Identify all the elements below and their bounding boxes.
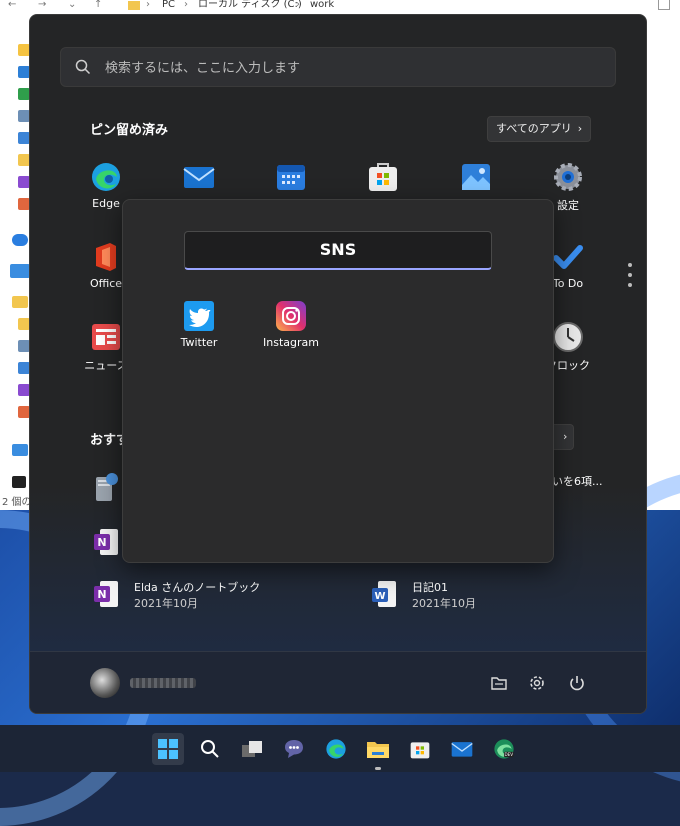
forward-icon[interactable]: → bbox=[38, 0, 46, 10]
navigation-pane bbox=[0, 36, 30, 506]
pc-icon[interactable] bbox=[10, 264, 30, 278]
settings-icon bbox=[552, 161, 584, 193]
power-icon[interactable] bbox=[568, 674, 586, 692]
recommended-title-text: 日記01 bbox=[412, 581, 448, 594]
onedrive-icon[interactable] bbox=[12, 234, 28, 246]
calendar-icon bbox=[275, 161, 307, 193]
breadcrumb-work[interactable]: work bbox=[310, 0, 334, 10]
pinned-title: ピン留め済み bbox=[90, 123, 169, 138]
all-apps-button[interactable]: すべてのアプリ › bbox=[487, 116, 592, 142]
recommended-title-text: いを6項... bbox=[552, 475, 603, 488]
recommended-item[interactable] bbox=[92, 471, 120, 506]
word-icon: W bbox=[372, 581, 396, 607]
task-view-icon[interactable] bbox=[236, 733, 268, 765]
folder-app-instagram[interactable]: Instagram bbox=[255, 300, 327, 349]
recommended-item[interactable]: N bbox=[92, 527, 120, 560]
pinned-app-mail[interactable] bbox=[163, 161, 235, 197]
search-input[interactable] bbox=[103, 48, 607, 88]
documents-folder-icon[interactable] bbox=[490, 674, 508, 692]
all-apps-label: すべてのアプリ bbox=[496, 122, 572, 135]
clock-icon bbox=[552, 321, 584, 353]
svg-text:N: N bbox=[97, 536, 106, 549]
avatar[interactable] bbox=[90, 668, 120, 698]
page-dots[interactable] bbox=[628, 263, 632, 293]
address-bar[interactable]: ← → ⌄ ↑ › PC › ローカル ディスク (C:) › work bbox=[0, 0, 680, 12]
app-label: Instagram bbox=[263, 336, 319, 349]
todo-icon bbox=[552, 241, 584, 273]
settings-icon[interactable] bbox=[528, 674, 546, 692]
onenote-icon: N bbox=[94, 529, 118, 555]
edge-icon bbox=[90, 161, 122, 193]
taskbar: DEV bbox=[0, 725, 680, 772]
chat-icon[interactable] bbox=[278, 733, 310, 765]
mail-icon bbox=[183, 161, 215, 193]
breadcrumb-pc[interactable]: PC bbox=[162, 0, 175, 10]
edge-dev-icon[interactable]: DEV bbox=[488, 733, 520, 765]
recommended-date: 2021年10月 bbox=[412, 597, 476, 610]
edge-icon[interactable] bbox=[320, 733, 352, 765]
pinned-app-store[interactable] bbox=[347, 161, 419, 197]
user-name-blur bbox=[130, 678, 196, 688]
svg-text:N: N bbox=[97, 588, 106, 601]
news-icon bbox=[90, 321, 122, 353]
svg-text:W: W bbox=[374, 591, 385, 602]
network-icon[interactable] bbox=[12, 444, 28, 456]
recommended-date: 2021年10月 bbox=[134, 597, 198, 610]
app-label: Edge bbox=[92, 197, 120, 210]
office-icon bbox=[90, 241, 122, 273]
photos-icon bbox=[460, 161, 492, 193]
breadcrumb-disk[interactable]: ローカル ディスク (C:) bbox=[198, 0, 302, 10]
folder-icon[interactable] bbox=[12, 296, 28, 308]
start-menu: ピン留め済み すべてのアプリ › Edge bbox=[29, 14, 647, 714]
linux-icon[interactable] bbox=[12, 476, 26, 488]
folder-app-twitter[interactable]: Twitter bbox=[163, 300, 235, 349]
onenote-icon: N bbox=[94, 581, 118, 607]
chevron-right-icon: › bbox=[577, 122, 583, 135]
pinned-app-photos[interactable] bbox=[440, 161, 512, 197]
status-bar: 2 個の bbox=[2, 497, 32, 508]
windows-start-icon[interactable] bbox=[152, 733, 184, 765]
folder-icon bbox=[128, 1, 140, 10]
back-icon[interactable]: ← bbox=[8, 0, 16, 10]
store-icon[interactable] bbox=[404, 733, 436, 765]
search-icon bbox=[75, 59, 91, 75]
up-icon[interactable]: ↑ bbox=[94, 0, 102, 10]
file-icon bbox=[658, 0, 670, 10]
mail-icon[interactable] bbox=[446, 733, 478, 765]
recommended-item[interactable]: W 日記01 2021年10月 bbox=[370, 579, 610, 613]
search-icon[interactable] bbox=[194, 733, 226, 765]
pinned-app-calendar[interactable] bbox=[255, 161, 327, 197]
server-file-icon bbox=[96, 473, 118, 501]
app-label: Twitter bbox=[180, 336, 218, 349]
instagram-icon bbox=[275, 300, 307, 332]
recommended-title-text: Elda さんのノートブック bbox=[134, 581, 261, 594]
start-footer bbox=[30, 651, 646, 713]
app-folder-popup: SNS Twitter Instagram bbox=[122, 199, 554, 563]
chevron-down-icon[interactable]: ⌄ bbox=[68, 0, 76, 10]
twitter-icon bbox=[183, 300, 215, 332]
chevron-right-icon: › bbox=[563, 430, 568, 443]
search-box[interactable] bbox=[60, 47, 616, 88]
store-icon bbox=[367, 161, 399, 193]
file-explorer-icon[interactable] bbox=[362, 733, 394, 770]
folder-name-input[interactable]: SNS bbox=[184, 231, 492, 270]
svg-text:DEV: DEV bbox=[505, 752, 514, 757]
recommended-item[interactable]: N Elda さんのノートブック 2021年10月 bbox=[92, 579, 332, 613]
